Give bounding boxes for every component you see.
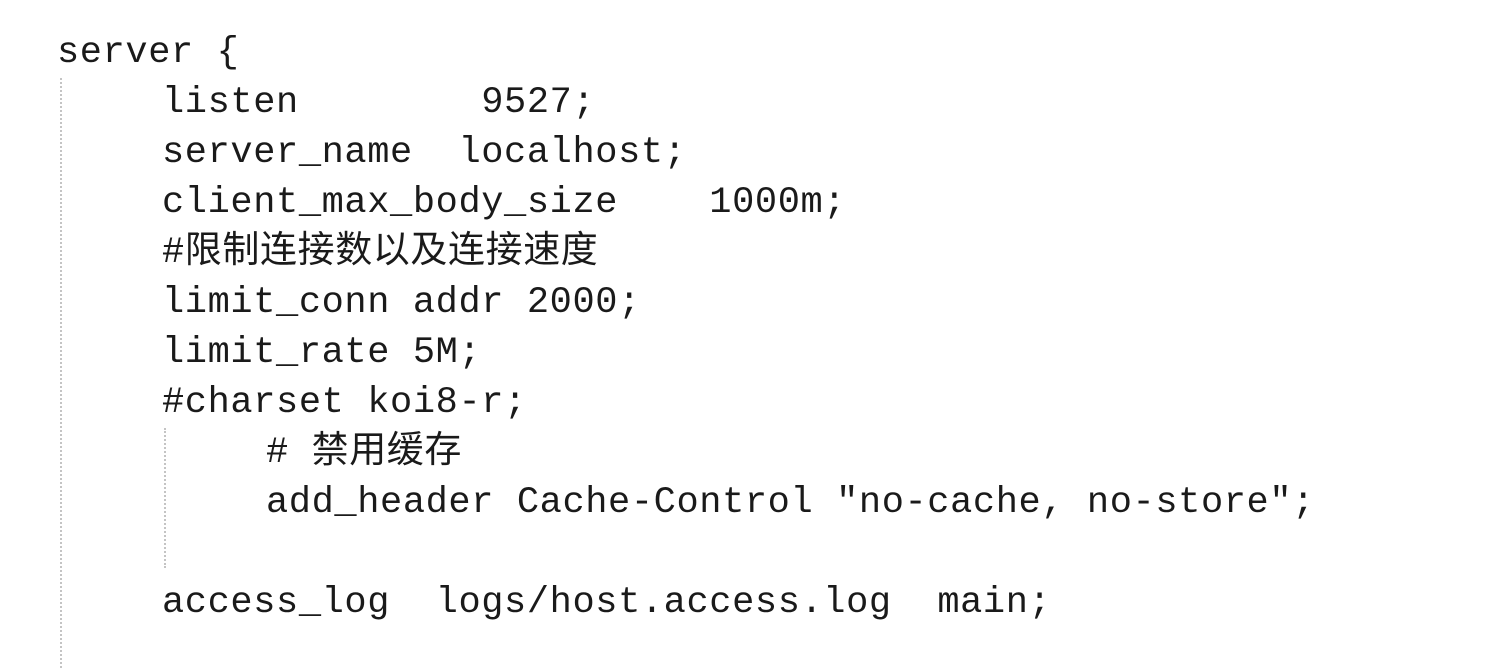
code-line-comment-charset: #charset koi8-r; bbox=[162, 382, 527, 424]
code-line-access-log: access_log logs/host.access.log main; bbox=[162, 582, 1052, 624]
code-line-limit-conn: limit_conn addr 2000; bbox=[162, 282, 641, 324]
code-line-client-max-body-size: client_max_body_size 1000m; bbox=[162, 182, 847, 224]
code-line-server-open: server { bbox=[57, 32, 240, 74]
code-line-server-name: server_name localhost; bbox=[162, 132, 687, 174]
code-line-comment-limit: #限制连接数以及连接速度 bbox=[162, 232, 599, 274]
code-line-limit-rate: limit_rate 5M; bbox=[162, 332, 482, 374]
code-editor[interactable]: server { listen 9527; server_name localh… bbox=[0, 0, 1512, 668]
code-line-listen: listen 9527; bbox=[162, 82, 596, 124]
indent-guide-outer bbox=[60, 78, 62, 668]
code-line-comment-cache: # 禁用缓存 bbox=[266, 432, 463, 474]
code-line-add-header: add_header Cache-Control "no-cache, no-s… bbox=[266, 482, 1315, 524]
indent-guide-inner bbox=[164, 428, 166, 568]
